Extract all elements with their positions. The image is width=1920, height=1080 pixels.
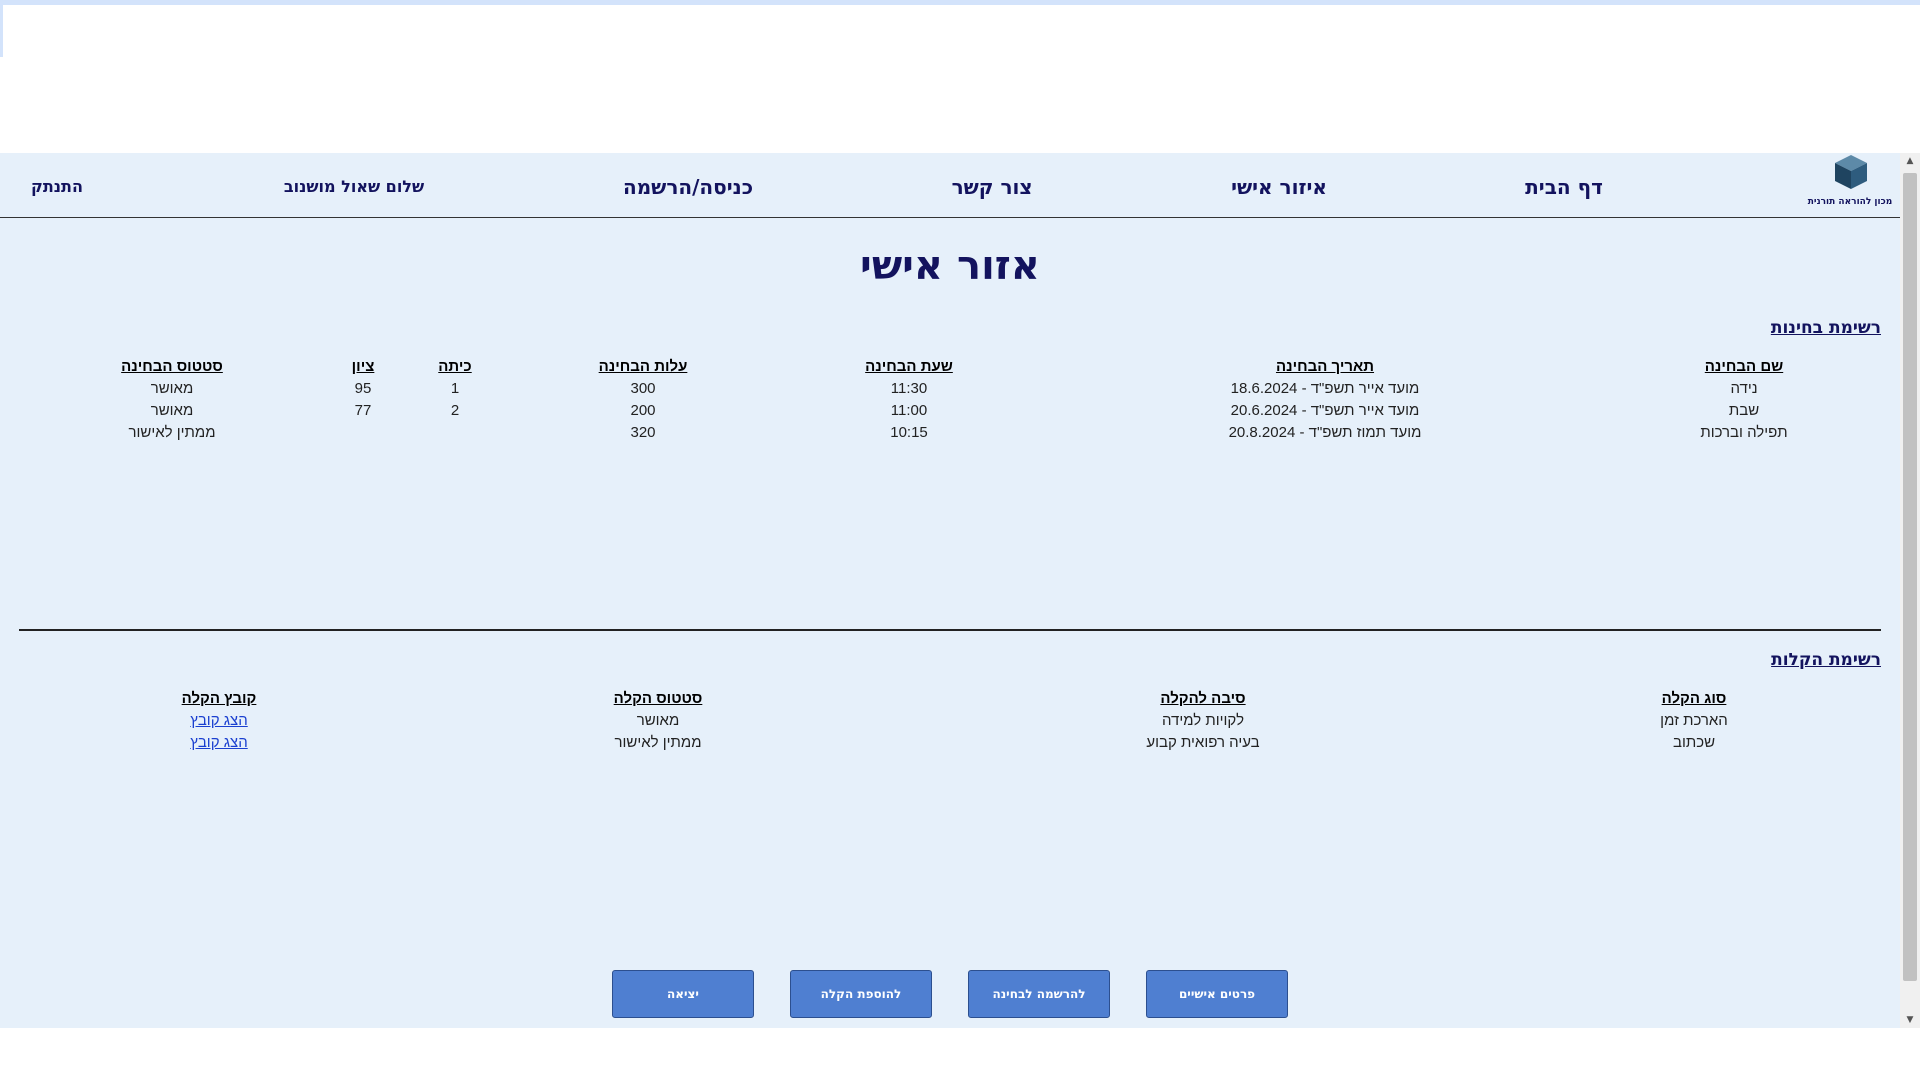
nav-personal-area-link[interactable]: איזור אישי xyxy=(1231,175,1327,199)
nav-logout-link[interactable]: התנתק xyxy=(31,177,83,196)
personal-details-button[interactable]: פרטים אישיים xyxy=(1146,970,1288,1018)
table-row-cell: בעיה רפואית קבוע xyxy=(1146,734,1260,751)
table-row-cell: הארכת זמן xyxy=(1660,712,1728,729)
table-row-cell: 11:00 xyxy=(890,402,928,419)
cube-logo-icon xyxy=(1835,155,1867,189)
app-page: מכון להוראה תורנית דף הבית איזור אישי צו… xyxy=(0,153,1900,1028)
table-row-cell: 320 xyxy=(630,424,656,441)
browser-top-strip xyxy=(0,0,1920,5)
table-row-cell: תפילה וברכות xyxy=(1700,424,1788,441)
nav-home-link[interactable]: דף הבית xyxy=(1525,175,1603,199)
exam-grade-header: כיתה xyxy=(438,358,472,375)
scroll-down-arrow-icon[interactable]: ▼ xyxy=(1900,1012,1920,1028)
table-row-cell: 1 xyxy=(450,380,460,397)
table-row-cell: שבת xyxy=(1728,402,1760,419)
exams-section-title[interactable]: רשימת בחינות xyxy=(1771,318,1881,338)
nav-contact-link[interactable]: צור קשר xyxy=(952,175,1033,199)
table-row-cell: ממתין לאישור xyxy=(128,424,216,441)
exam-score-header: ציון xyxy=(351,358,375,375)
table-row-cell: מאושר xyxy=(150,380,194,397)
scrollbar-thumb[interactable] xyxy=(1903,173,1917,981)
section-divider xyxy=(19,629,1881,631)
table-row-cell: ממתין לאישור xyxy=(614,734,702,751)
exam-name-header: שם הבחינה xyxy=(1704,358,1784,375)
top-nav: מכון להוראה תורנית דף הבית איזור אישי צו… xyxy=(0,153,1900,218)
nav-login-link[interactable]: כניסה/הרשמה xyxy=(623,175,753,199)
show-file-link[interactable]: הצג קובץ xyxy=(190,712,247,729)
show-file-link[interactable]: הצג קובץ xyxy=(190,734,247,751)
relief-status-header: סטטוס הקלה xyxy=(613,690,703,707)
table-row-cell: מועד אייר תשפ"ד - 18.6.2024 xyxy=(1230,380,1420,397)
table-row-cell: שכתוב xyxy=(1672,734,1716,751)
exam-cost-header: עלות הבחינה xyxy=(598,358,688,375)
table-row-cell: מאושר xyxy=(636,712,680,729)
table-row-cell: 2 xyxy=(450,402,460,419)
table-row-cell: 10:15 xyxy=(890,424,928,441)
exam-registration-button[interactable]: להרשמה לבחינה xyxy=(968,970,1110,1018)
exit-button[interactable]: יציאה xyxy=(612,970,754,1018)
scroll-up-arrow-icon[interactable]: ▲ xyxy=(1900,153,1920,169)
browser-left-strip xyxy=(0,5,3,57)
table-row-cell: 77 xyxy=(354,402,372,419)
page-title: אזור אישי xyxy=(860,243,1040,289)
table-row-cell: לקויות למידה xyxy=(1161,712,1245,729)
table-row-cell: 95 xyxy=(354,380,372,397)
user-greeting: שלום שאול מושנוב xyxy=(283,177,425,196)
table-row-cell: מאושר xyxy=(150,402,194,419)
relief-file-header: קובץ הקלה xyxy=(181,690,257,707)
exam-status-header: סטטוס הבחינה xyxy=(121,358,223,375)
logo-caption: מכון להוראה תורנית xyxy=(1807,197,1893,207)
relief-reason-header: סיבה להקלה xyxy=(1160,690,1246,707)
table-row-cell: 11:30 xyxy=(890,380,928,397)
exam-date-header: תאריך הבחינה xyxy=(1275,358,1375,375)
table-row-cell: 200 xyxy=(630,402,656,419)
table-row-cell: מועד אייר תשפ"ד - 20.6.2024 xyxy=(1230,402,1420,419)
table-row-cell: מועד תמוז תשפ"ד - 20.8.2024 xyxy=(1228,424,1422,441)
add-relief-button[interactable]: להוספת הקלה xyxy=(790,970,932,1018)
reliefs-section-title[interactable]: רשימת הקלות xyxy=(1771,650,1881,670)
site-logo[interactable]: מכון להוראה תורנית xyxy=(1803,153,1897,215)
relief-type-header: סוג הקלה xyxy=(1661,690,1727,707)
table-row-cell: 300 xyxy=(630,380,656,397)
table-row-cell: נידה xyxy=(1730,380,1758,397)
exam-time-header: שעת הבחינה xyxy=(865,358,953,375)
vertical-scrollbar[interactable]: ▲ ▼ xyxy=(1900,153,1920,1028)
